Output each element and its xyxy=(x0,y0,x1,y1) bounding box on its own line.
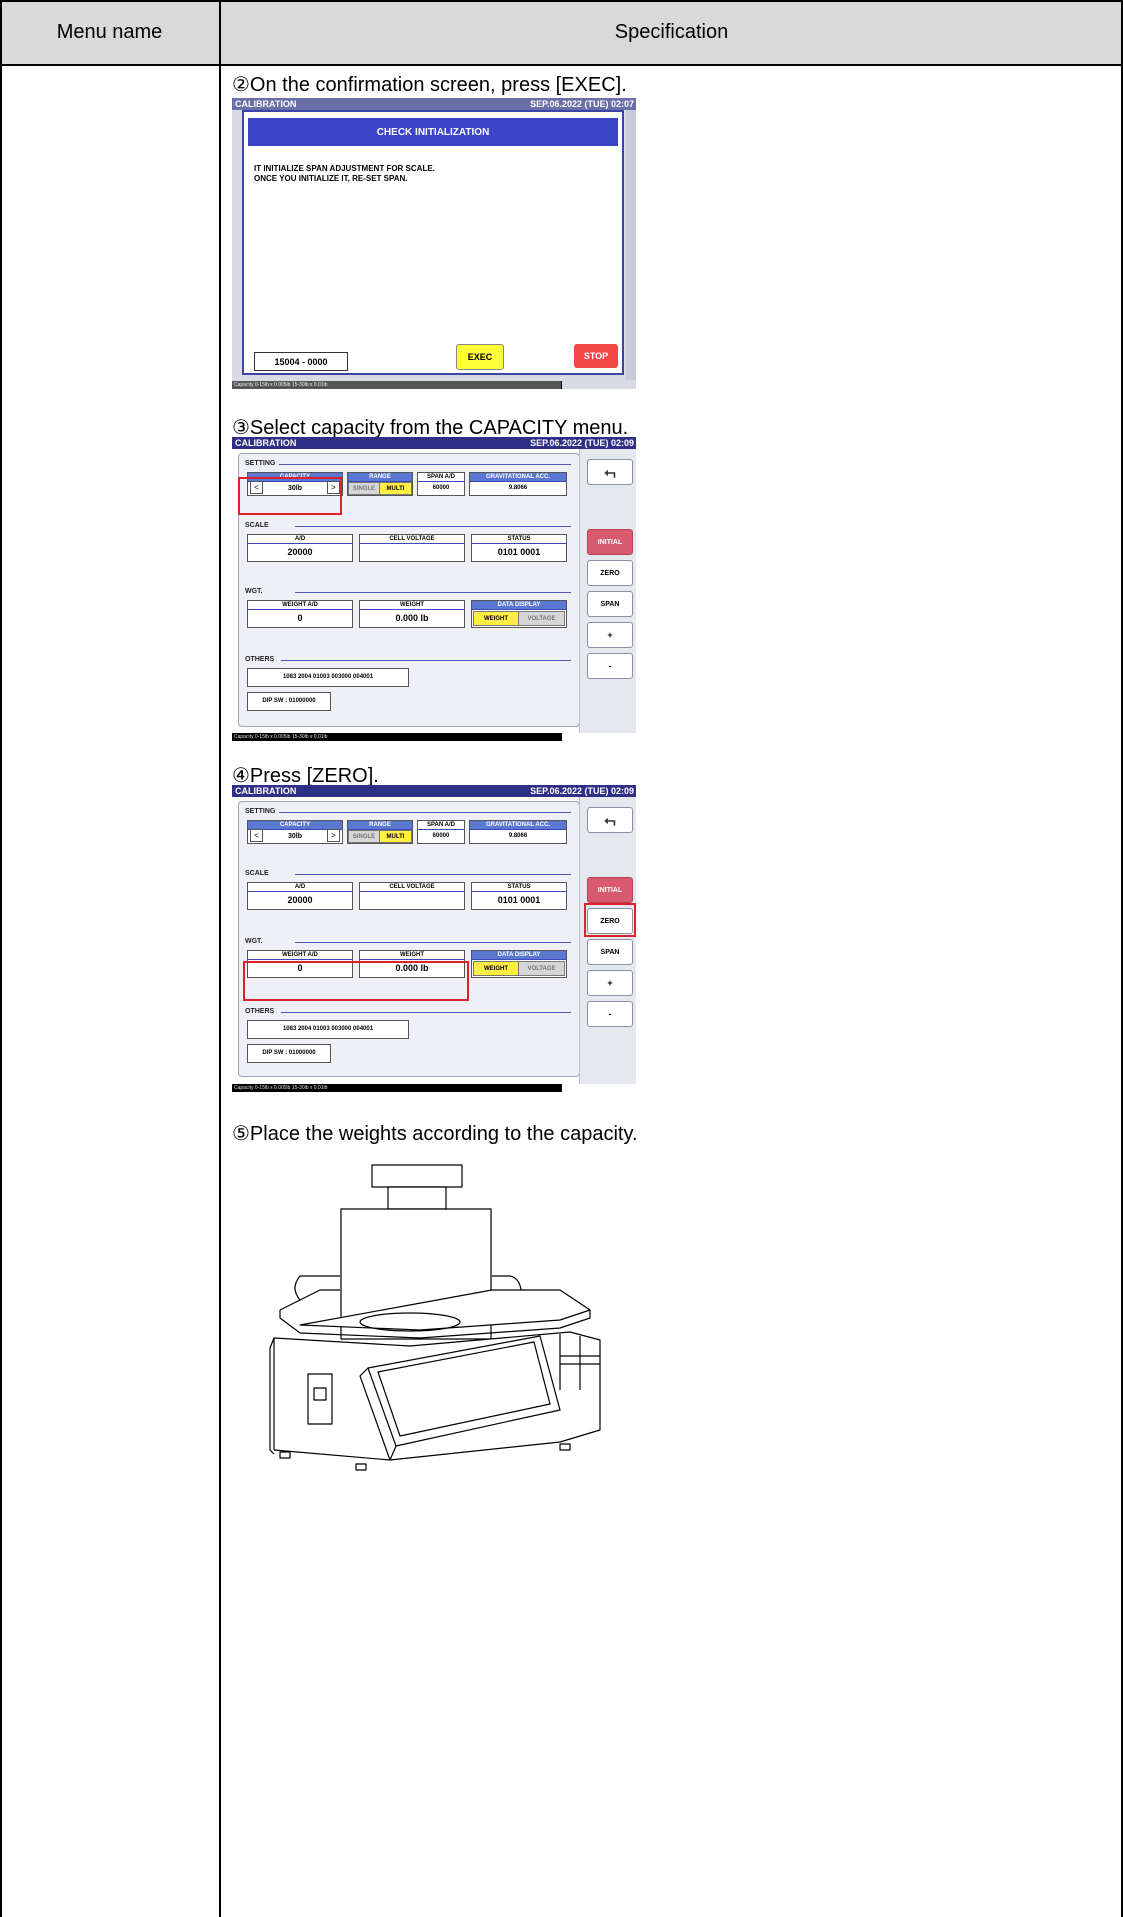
step-5-text: ⑤Place the weights according to the capa… xyxy=(232,1123,638,1145)
back-arrow-icon[interactable]: ⮢ xyxy=(587,459,633,485)
plus-button[interactable]: + xyxy=(587,622,633,648)
screen-datetime: SEP.06.2022 (TUE) 02:09 xyxy=(530,786,634,796)
screen-title: CALIBRATION xyxy=(235,786,297,796)
dialog-message-2: ONCE YOU INITIALIZE IT, RE-SET SPAN. xyxy=(254,174,408,183)
highlight-zero-button xyxy=(584,903,636,937)
span-ad-field: SPAN A/D 60000 xyxy=(417,472,465,496)
screen-title: CALIBRATION xyxy=(235,438,297,448)
capacity-prev-button[interactable]: < xyxy=(250,829,263,842)
column-divider xyxy=(219,0,221,1917)
side-button-bar: ⮢ INITIAL ZERO SPAN + - xyxy=(579,449,636,737)
span-ad-field: SPAN A/D 60000 xyxy=(417,820,465,844)
display-weight-toggle[interactable]: WEIGHT xyxy=(473,961,519,976)
capacity-footer: Capacity 0-15lb x 0.005lb 15-30lb x 0.01… xyxy=(232,733,636,741)
dip-switch-field: DIP SW : 01000000 xyxy=(247,1044,331,1063)
header-menu-name: Menu name xyxy=(0,0,219,64)
table-top-border xyxy=(0,0,1123,2)
back-arrow-icon[interactable]: ⮢ xyxy=(587,807,633,833)
calibration-screenshot-capacity: CALIBRATION SEP.06.2022 (TUE) 02:09 SETT… xyxy=(232,437,636,741)
cell-voltage-field: CELL VOLTAGE xyxy=(359,534,465,562)
weight-ad-field: WEIGHT A/D 0 xyxy=(247,600,353,628)
side-button-bar: ⮢ INITIAL ZERO SPAN + - xyxy=(579,797,636,1088)
screen-datetime: SEP.06.2022 (TUE) 02:09 xyxy=(530,438,634,448)
span-button[interactable]: SPAN xyxy=(587,591,633,617)
dialog: CHECK INITIALIZATION IT INITIALIZE SPAN … xyxy=(242,110,624,375)
gravitational-field: GRAVITATIONAL ACC. 9.8066 xyxy=(469,472,567,496)
zero-button[interactable]: ZERO xyxy=(587,560,633,586)
section-scale: SCALE xyxy=(245,522,269,529)
dialog-message-1: IT INITIALIZE SPAN ADJUSTMENT FOR SCALE. xyxy=(254,164,435,173)
status-field: STATUS 0101 0001 xyxy=(471,882,567,910)
capacity-footer: Capacity 0-15lb x 0.005lb 15-30lb x 0.01… xyxy=(232,1084,636,1092)
gravitational-field: GRAVITATIONAL ACC. 9.8066 xyxy=(469,820,567,844)
middle-weight-icon xyxy=(387,1186,447,1210)
exec-button[interactable]: EXEC xyxy=(456,344,504,370)
initial-button[interactable]: INITIAL xyxy=(587,877,633,903)
check-initialization-screenshot: CALIBRATION SEP.06.2022 (TUE) 02:07 CHEC… xyxy=(232,98,636,389)
top-weight-icon xyxy=(371,1164,463,1188)
others-code-field: 1083 2004 01003 003000 004001 xyxy=(247,1020,409,1039)
table-left-border xyxy=(0,0,2,1917)
calibration-screenshot-zero: CALIBRATION SEP.06.2022 (TUE) 02:09 SETT… xyxy=(232,785,636,1092)
ad-field: A/D 20000 xyxy=(247,882,353,910)
display-voltage-toggle[interactable]: VOLTAGE xyxy=(518,961,565,976)
screen-datetime: SEP.06.2022 (TUE) 02:07 xyxy=(530,99,634,109)
header-bottom-border xyxy=(0,64,1123,66)
capacity-field: CAPACITY 30lb < > xyxy=(247,820,343,844)
error-code: 15004 - 0000 xyxy=(254,352,348,371)
calibration-panel: SETTING CAPACITY 30lb < > RANGE SINGLE M… xyxy=(238,801,580,1077)
highlight-weight-fields xyxy=(243,961,469,1001)
range-multi-toggle[interactable]: MULTI xyxy=(379,482,412,495)
plus-button[interactable]: + xyxy=(587,970,633,996)
minus-button[interactable]: - xyxy=(587,1001,633,1027)
minus-button[interactable]: - xyxy=(587,653,633,679)
step-2-text: ②On the confirmation screen, press [EXEC… xyxy=(232,74,627,96)
stop-button[interactable]: STOP xyxy=(574,344,618,368)
highlight-capacity xyxy=(238,477,342,515)
display-voltage-toggle[interactable]: VOLTAGE xyxy=(518,611,565,626)
section-wgt: WGT. xyxy=(245,588,263,595)
section-others: OTHERS xyxy=(245,656,275,663)
dip-switch-field: DIP SW : 01000000 xyxy=(247,692,331,711)
ad-field: A/D 20000 xyxy=(247,534,353,562)
capacity-next-button[interactable]: > xyxy=(327,829,340,842)
status-field: STATUS 0101 0001 xyxy=(471,534,567,562)
cell-voltage-field: CELL VOLTAGE xyxy=(359,882,465,910)
display-weight-toggle[interactable]: WEIGHT xyxy=(473,611,519,626)
weight-field: WEIGHT 0.000 lb xyxy=(359,600,465,628)
screen-title: CALIBRATION xyxy=(235,99,297,109)
section-setting: SETTING xyxy=(245,460,276,467)
range-multi-toggle[interactable]: MULTI xyxy=(379,830,412,843)
header-specification: Specification xyxy=(220,0,1123,64)
range-single-toggle[interactable]: SINGLE xyxy=(348,830,380,843)
dialog-title: CHECK INITIALIZATION xyxy=(248,118,618,146)
others-code-field: 1083 2004 01003 003000 004001 xyxy=(247,668,409,687)
initial-button[interactable]: INITIAL xyxy=(587,529,633,555)
range-single-toggle[interactable]: SINGLE xyxy=(348,482,380,495)
span-button[interactable]: SPAN xyxy=(587,939,633,965)
capacity-footer: Capacity 0-15lb x 0.005lb 15-30lb x 0.01… xyxy=(232,381,636,389)
scale-with-weights-illustration xyxy=(269,1164,601,1471)
